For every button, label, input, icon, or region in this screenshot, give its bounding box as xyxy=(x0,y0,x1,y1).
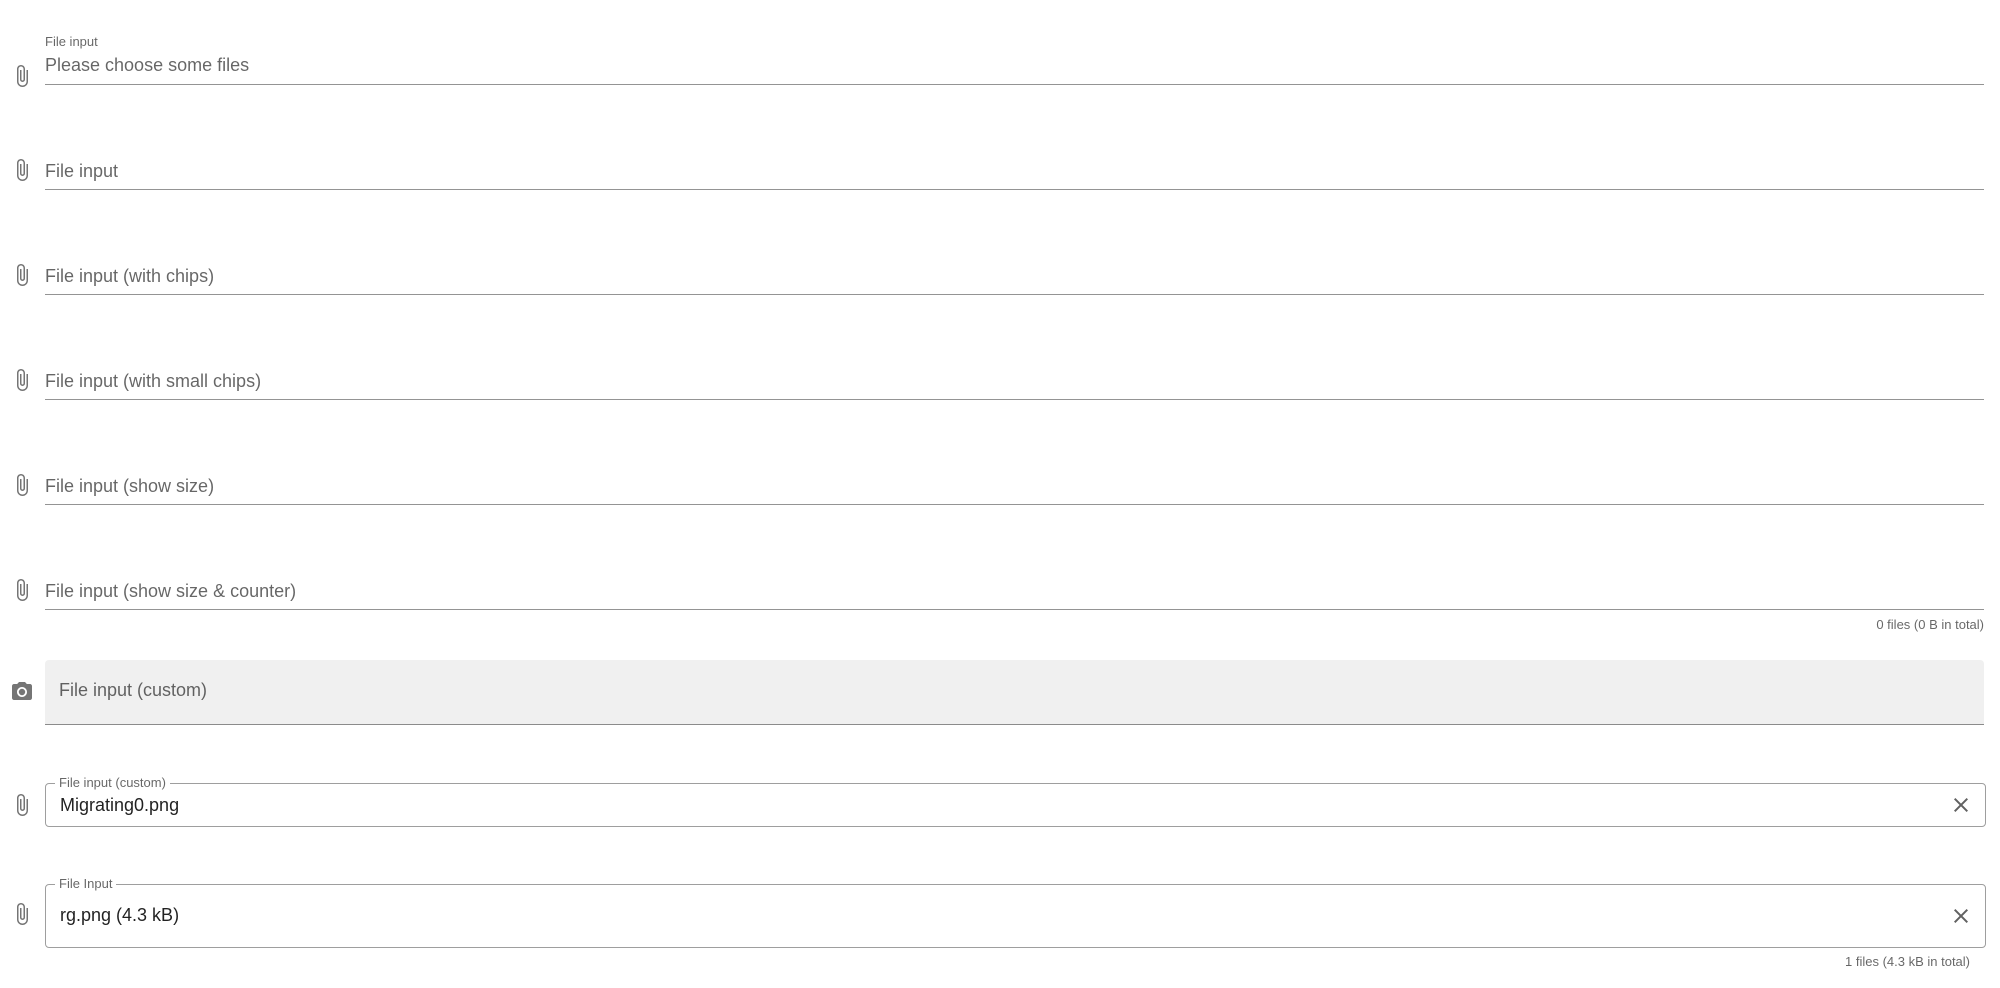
file-value: rg.png (4.3 kB) xyxy=(60,905,180,925)
paperclip-icon[interactable] xyxy=(10,158,34,182)
file-input-field-1[interactable]: File input Please choose some files xyxy=(0,30,2000,90)
file-input-field-3[interactable]: File input (with chips) xyxy=(0,259,2000,299)
close-icon[interactable] xyxy=(1949,793,1973,817)
field-label: File input (custom) xyxy=(59,680,208,700)
field-label: File input (show size) xyxy=(45,476,215,496)
file-input-9[interactable]: File Input rg.png (4.3 kB) xyxy=(45,876,1986,948)
file-input-3[interactable]: File input (with chips) xyxy=(45,259,1984,295)
file-input-8[interactable]: File input (custom) Migrating0.png xyxy=(45,775,1986,827)
field-label: File input xyxy=(45,34,98,49)
file-input-1[interactable]: File input Please choose some files xyxy=(45,30,1984,85)
paperclip-icon[interactable] xyxy=(10,473,34,497)
field-label: File input (with small chips) xyxy=(45,371,262,391)
paperclip-icon[interactable] xyxy=(10,263,34,287)
file-input-5[interactable]: File input (show size) xyxy=(45,469,1984,505)
file-input-field-7[interactable]: File input (custom) xyxy=(0,660,2000,725)
file-input-field-2[interactable]: File input xyxy=(0,154,2000,194)
close-icon[interactable] xyxy=(1949,904,1973,928)
paperclip-icon[interactable] xyxy=(10,368,34,392)
camera-icon[interactable] xyxy=(10,680,34,704)
paperclip-icon[interactable] xyxy=(10,793,34,817)
file-input-7[interactable]: File input (custom) xyxy=(45,660,1984,725)
file-input-field-4[interactable]: File input (with small chips) xyxy=(0,364,2000,404)
file-input-6[interactable]: File input (show size & counter) xyxy=(45,574,1984,610)
file-input-field-5[interactable]: File input (show size) xyxy=(0,469,2000,509)
field-label: File input (with chips) xyxy=(45,266,215,286)
file-input-field-6[interactable]: File input (show size & counter) 0 files… xyxy=(0,574,2000,634)
file-counter: 0 files (0 B in total) xyxy=(1876,617,1984,632)
file-input-field-8[interactable]: File input (custom) Migrating0.png xyxy=(0,775,2000,828)
paperclip-icon[interactable] xyxy=(10,578,34,602)
file-input-field-9[interactable]: File Input rg.png (4.3 kB) 1 files (4.3 … xyxy=(0,876,2000,974)
field-label: File input (custom) xyxy=(55,775,170,791)
field-placeholder: Please choose some files xyxy=(45,55,250,75)
paperclip-icon[interactable] xyxy=(10,64,34,88)
field-label: File input xyxy=(45,161,119,181)
file-input-4[interactable]: File input (with small chips) xyxy=(45,364,1984,400)
paperclip-icon[interactable] xyxy=(10,902,34,926)
field-label: File input (show size & counter) xyxy=(45,581,297,601)
file-input-2[interactable]: File input xyxy=(45,154,1984,190)
file-value: Migrating0.png xyxy=(60,795,180,815)
file-counter: 1 files (4.3 kB in total) xyxy=(1845,954,1970,969)
field-label: File Input xyxy=(55,876,117,892)
